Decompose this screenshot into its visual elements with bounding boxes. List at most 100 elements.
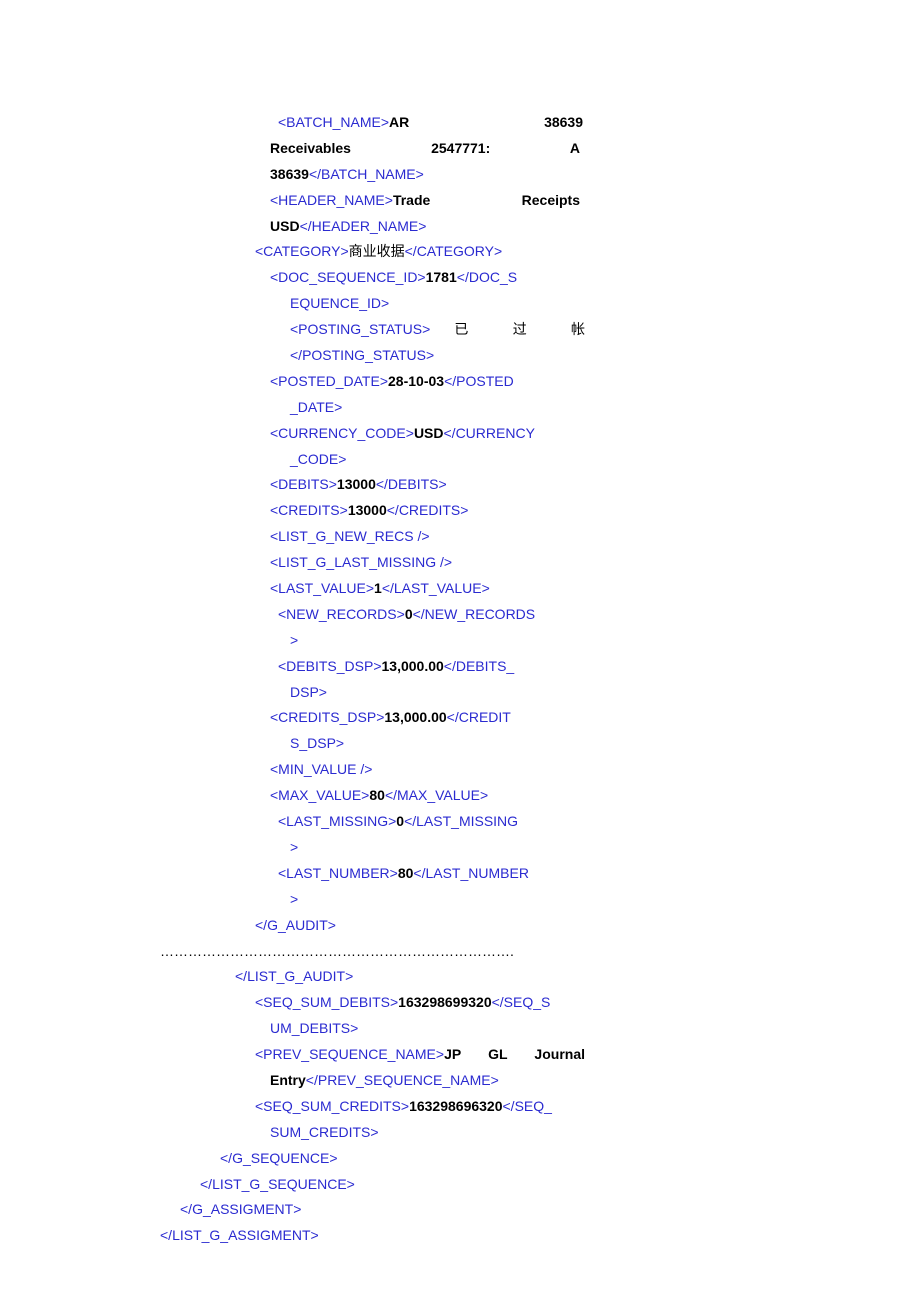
tag-open: <LAST_MISSING> bbox=[278, 813, 396, 829]
value: Trade Receipts bbox=[393, 192, 580, 208]
tag-close: </BATCH_NAME> bbox=[309, 166, 424, 182]
tag-close: S_DSP> bbox=[290, 735, 344, 751]
xml-line: Entry</PREV_SEQUENCE_NAME> bbox=[160, 1068, 760, 1094]
tag-close: </LAST_MISSING bbox=[404, 813, 518, 829]
xml-line: <CATEGORY>商业收据</CATEGORY> bbox=[160, 239, 760, 265]
xml-line: EQUENCE_ID> bbox=[160, 291, 760, 317]
xml-line: _CODE> bbox=[160, 447, 760, 473]
tag-close: </LAST_VALUE> bbox=[382, 580, 490, 596]
tag-open: <HEADER_NAME> bbox=[270, 192, 393, 208]
tag-close: </DOC_S bbox=[457, 269, 517, 285]
tag-selfclose: <LIST_G_LAST_MISSING /> bbox=[270, 554, 452, 570]
tag-close: </G_ASSIGMENT> bbox=[180, 1201, 301, 1217]
value: 0 bbox=[405, 606, 413, 622]
xml-line: <DEBITS>13000</DEBITS> bbox=[160, 472, 760, 498]
value: 0 bbox=[396, 813, 404, 829]
tag-close: SUM_CREDITS> bbox=[270, 1124, 379, 1140]
xml-line: <LAST_VALUE>1</LAST_VALUE> bbox=[160, 576, 760, 602]
xml-line: 38639</BATCH_NAME> bbox=[160, 162, 760, 188]
xml-line: <POSTED_DATE>28-10-03</POSTED bbox=[160, 369, 760, 395]
value: JP GL Journal bbox=[444, 1046, 585, 1062]
tag-open: <DOC_SEQUENCE_ID> bbox=[270, 269, 426, 285]
tag-open: <DEBITS_DSP> bbox=[278, 658, 382, 674]
tag-close: </CURRENCY bbox=[444, 425, 535, 441]
value: 商业收据 bbox=[349, 243, 405, 259]
xml-line: </G_AUDIT> bbox=[160, 913, 760, 939]
tag-close: _CODE> bbox=[290, 451, 346, 467]
xml-line: > bbox=[160, 628, 760, 654]
tag-close: </HEADER_NAME> bbox=[300, 218, 427, 234]
value: 38639 bbox=[270, 166, 309, 182]
value: 已 过 帐 bbox=[430, 321, 585, 337]
value: 13,000.00 bbox=[382, 658, 444, 674]
value: 13000 bbox=[337, 476, 376, 492]
tag-open: <CREDITS> bbox=[270, 502, 348, 518]
xml-line: <DOC_SEQUENCE_ID>1781</DOC_S bbox=[160, 265, 760, 291]
tag-close: EQUENCE_ID> bbox=[290, 295, 389, 311]
tag-close: > bbox=[290, 891, 298, 907]
xml-line: <PREV_SEQUENCE_NAME>JP GL Journal bbox=[160, 1042, 585, 1068]
tag-close: </CREDIT bbox=[447, 709, 511, 725]
tag-open: <SEQ_SUM_DEBITS> bbox=[255, 994, 398, 1010]
tag-close: </POSTING_STATUS> bbox=[290, 347, 434, 363]
tag-close: </DEBITS_ bbox=[444, 658, 514, 674]
tag-close: </POSTED bbox=[444, 373, 514, 389]
xml-line: <NEW_RECORDS>0</NEW_RECORDS bbox=[160, 602, 760, 628]
value: Entry bbox=[270, 1072, 306, 1088]
tag-close: </LAST_NUMBER bbox=[413, 865, 529, 881]
tag-close: </SEQ_S bbox=[492, 994, 551, 1010]
value: 1 bbox=[374, 580, 382, 596]
tag-close: _DATE> bbox=[290, 399, 342, 415]
xml-line: </G_ASSIGMENT> bbox=[160, 1197, 760, 1223]
value: 163298699320 bbox=[398, 994, 491, 1010]
tag-close: </LIST_G_SEQUENCE> bbox=[200, 1176, 355, 1192]
tag-close: </G_AUDIT> bbox=[255, 917, 336, 933]
tag-close: > bbox=[290, 839, 298, 855]
tag-selfclose: <LIST_G_NEW_RECS /> bbox=[270, 528, 430, 544]
tag-close: </CREDITS> bbox=[387, 502, 469, 518]
tag-close: > bbox=[290, 632, 298, 648]
xml-line: <SEQ_SUM_CREDITS>163298696320</SEQ_ bbox=[160, 1094, 760, 1120]
xml-line: </LIST_G_ASSIGMENT> bbox=[160, 1223, 760, 1249]
xml-line: <LAST_NUMBER>80</LAST_NUMBER bbox=[160, 861, 760, 887]
xml-line: > bbox=[160, 887, 760, 913]
xml-document-view: <BATCH_NAME>AR 38639 Receivables 2547771… bbox=[0, 0, 920, 1289]
xml-line: <HEADER_NAME>Trade Receipts bbox=[160, 188, 580, 214]
tag-open: <PREV_SEQUENCE_NAME> bbox=[255, 1046, 444, 1062]
tag-close: </DEBITS> bbox=[376, 476, 447, 492]
tag-close: </LIST_G_ASSIGMENT> bbox=[160, 1227, 319, 1243]
xml-line: <MIN_VALUE /> bbox=[160, 757, 760, 783]
value: 13000 bbox=[348, 502, 387, 518]
tag-close: </CATEGORY> bbox=[405, 243, 503, 259]
tag-close: UM_DEBITS> bbox=[270, 1020, 358, 1036]
xml-line: <BATCH_NAME>AR 38639 bbox=[160, 110, 583, 136]
tag-open: <BATCH_NAME> bbox=[278, 114, 389, 130]
tag-close: </MAX_VALUE> bbox=[385, 787, 488, 803]
value: 13,000.00 bbox=[384, 709, 446, 725]
value: 1781 bbox=[426, 269, 457, 285]
xml-line: SUM_CREDITS> bbox=[160, 1120, 760, 1146]
xml-line: <LAST_MISSING>0</LAST_MISSING bbox=[160, 809, 760, 835]
tag-open: <POSTING_STATUS> bbox=[290, 321, 430, 337]
xml-line: USD</HEADER_NAME> bbox=[160, 214, 760, 240]
tag-open: <CREDITS_DSP> bbox=[270, 709, 384, 725]
xml-line: <CURRENCY_CODE>USD</CURRENCY bbox=[160, 421, 760, 447]
tag-open: <DEBITS> bbox=[270, 476, 337, 492]
xml-line: </G_SEQUENCE> bbox=[160, 1146, 760, 1172]
tag-close: </PREV_SEQUENCE_NAME> bbox=[306, 1072, 499, 1088]
value: USD bbox=[414, 425, 444, 441]
xml-line: <LIST_G_NEW_RECS /> bbox=[160, 524, 760, 550]
xml-line: </LIST_G_AUDIT> bbox=[160, 964, 760, 990]
xml-line: Receivables 2547771: A bbox=[160, 136, 580, 162]
tag-open: <MAX_VALUE> bbox=[270, 787, 369, 803]
xml-line: </POSTING_STATUS> bbox=[160, 343, 760, 369]
tag-close: </SEQ_ bbox=[503, 1098, 552, 1114]
tag-open: <CURRENCY_CODE> bbox=[270, 425, 414, 441]
value: USD bbox=[270, 218, 300, 234]
xml-line: <POSTING_STATUS> 已 过 帐 bbox=[160, 317, 585, 343]
tag-open: <CATEGORY> bbox=[255, 243, 349, 259]
xml-line: S_DSP> bbox=[160, 731, 760, 757]
tag-close: DSP> bbox=[290, 684, 327, 700]
xml-line: <CREDITS>13000</CREDITS> bbox=[160, 498, 760, 524]
tag-open: <NEW_RECORDS> bbox=[278, 606, 405, 622]
